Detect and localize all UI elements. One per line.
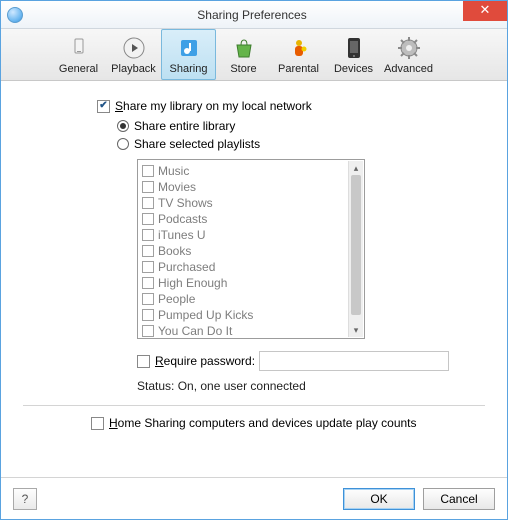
- gear-icon: [395, 35, 423, 61]
- share-library-label: Share my library on my local network: [115, 99, 312, 113]
- help-button[interactable]: ?: [13, 488, 37, 510]
- title-bar: Sharing Preferences ✕: [1, 1, 507, 29]
- list-item[interactable]: You Can Do It: [142, 323, 344, 338]
- scroll-up-arrow[interactable]: ▴: [349, 161, 363, 175]
- tab-label: Advanced: [384, 63, 433, 75]
- tab-general[interactable]: General: [51, 29, 106, 80]
- playlist-checkbox[interactable]: [142, 181, 154, 193]
- dialog-footer: ? OK Cancel: [1, 477, 507, 519]
- scrollbar-thumb[interactable]: [351, 175, 361, 315]
- playlist-label: You Can Do It: [158, 324, 232, 338]
- playlist-label: High Enough: [158, 276, 227, 290]
- list-item[interactable]: TV Shows: [142, 195, 344, 211]
- tab-sharing[interactable]: Sharing: [161, 29, 216, 80]
- list-item[interactable]: Purchased: [142, 259, 344, 275]
- list-item[interactable]: Books: [142, 243, 344, 259]
- share-entire-radio[interactable]: [117, 120, 129, 132]
- general-icon: [65, 35, 93, 61]
- sharing-icon: [175, 35, 203, 61]
- tab-devices[interactable]: Devices: [326, 29, 381, 80]
- playlist-label: TV Shows: [158, 196, 213, 210]
- require-password-label: Require password:: [155, 354, 255, 368]
- list-item[interactable]: Podcasts: [142, 211, 344, 227]
- playlist-label: Music: [158, 164, 189, 178]
- scrollbar[interactable]: ▴ ▾: [348, 161, 363, 337]
- playlist-label: Movies: [158, 180, 196, 194]
- list-item[interactable]: Music: [142, 163, 344, 179]
- list-item[interactable]: People: [142, 291, 344, 307]
- tab-label: General: [59, 63, 98, 75]
- share-entire-label: Share entire library: [134, 119, 235, 133]
- tab-playback[interactable]: Playback: [106, 29, 161, 80]
- playlist-label: Podcasts: [158, 212, 207, 226]
- window-title: Sharing Preferences: [23, 8, 481, 22]
- cancel-button[interactable]: Cancel: [423, 488, 495, 510]
- playlist-checkbox[interactable]: [142, 197, 154, 209]
- playlist-checkbox[interactable]: [142, 213, 154, 225]
- playlist-checkbox[interactable]: [142, 293, 154, 305]
- require-password-row: Require password:: [137, 351, 489, 371]
- app-icon: [7, 7, 23, 23]
- playlist-checkbox[interactable]: [142, 229, 154, 241]
- tab-label: Parental: [278, 63, 319, 75]
- tab-label: Playback: [111, 63, 156, 75]
- playlist-checkbox[interactable]: [142, 245, 154, 257]
- playlist-label: Books: [158, 244, 191, 258]
- password-input[interactable]: [259, 351, 449, 371]
- home-sharing-row: Home Sharing computers and devices updat…: [91, 416, 489, 430]
- home-sharing-label: Home Sharing computers and devices updat…: [109, 416, 417, 430]
- playlist-listbox: Music Movies TV Shows Podcasts iTunes U …: [137, 159, 365, 339]
- playlist-checkbox[interactable]: [142, 165, 154, 177]
- tab-parental[interactable]: Parental: [271, 29, 326, 80]
- playlist-checkbox[interactable]: [142, 261, 154, 273]
- playlist-label: iTunes U: [158, 228, 206, 242]
- playlist-label: People: [158, 292, 195, 306]
- home-sharing-checkbox[interactable]: [91, 417, 104, 430]
- playlist-label: Purchased: [158, 260, 215, 274]
- share-entire-row: Share entire library: [117, 119, 489, 133]
- share-selected-row: Share selected playlists: [117, 137, 489, 151]
- close-button[interactable]: ✕: [463, 1, 507, 21]
- tab-label: Sharing: [170, 63, 208, 75]
- tab-store[interactable]: Store: [216, 29, 271, 80]
- playlist-label: Pumped Up Kicks: [158, 308, 253, 322]
- share-selected-radio[interactable]: [117, 138, 129, 150]
- playback-icon: [120, 35, 148, 61]
- tab-label: Devices: [334, 63, 373, 75]
- list-item[interactable]: iTunes U: [142, 227, 344, 243]
- require-password-checkbox[interactable]: [137, 355, 150, 368]
- share-library-row: Share my library on my local network: [97, 99, 489, 113]
- share-library-checkbox[interactable]: [97, 100, 110, 113]
- tab-advanced[interactable]: Advanced: [381, 29, 436, 80]
- list-item[interactable]: High Enough: [142, 275, 344, 291]
- status-text: Status: On, one user connected: [137, 379, 489, 393]
- parental-icon: [285, 35, 313, 61]
- preferences-toolbar: General Playback Sharing Store Parental …: [1, 29, 507, 81]
- scroll-down-arrow[interactable]: ▾: [349, 323, 363, 337]
- divider: [23, 405, 485, 406]
- playlist-checkbox[interactable]: [142, 277, 154, 289]
- sharing-pane: Share my library on my local network Sha…: [1, 81, 507, 519]
- devices-icon: [340, 35, 368, 61]
- ok-button[interactable]: OK: [343, 488, 415, 510]
- playlist-checkbox[interactable]: [142, 309, 154, 321]
- playlist-scrollpane: Music Movies TV Shows Podcasts iTunes U …: [138, 160, 348, 338]
- list-item[interactable]: Pumped Up Kicks: [142, 307, 344, 323]
- share-selected-label: Share selected playlists: [134, 137, 260, 151]
- store-icon: [230, 35, 258, 61]
- tab-label: Store: [230, 63, 256, 75]
- playlist-checkbox[interactable]: [142, 325, 154, 337]
- list-item[interactable]: Movies: [142, 179, 344, 195]
